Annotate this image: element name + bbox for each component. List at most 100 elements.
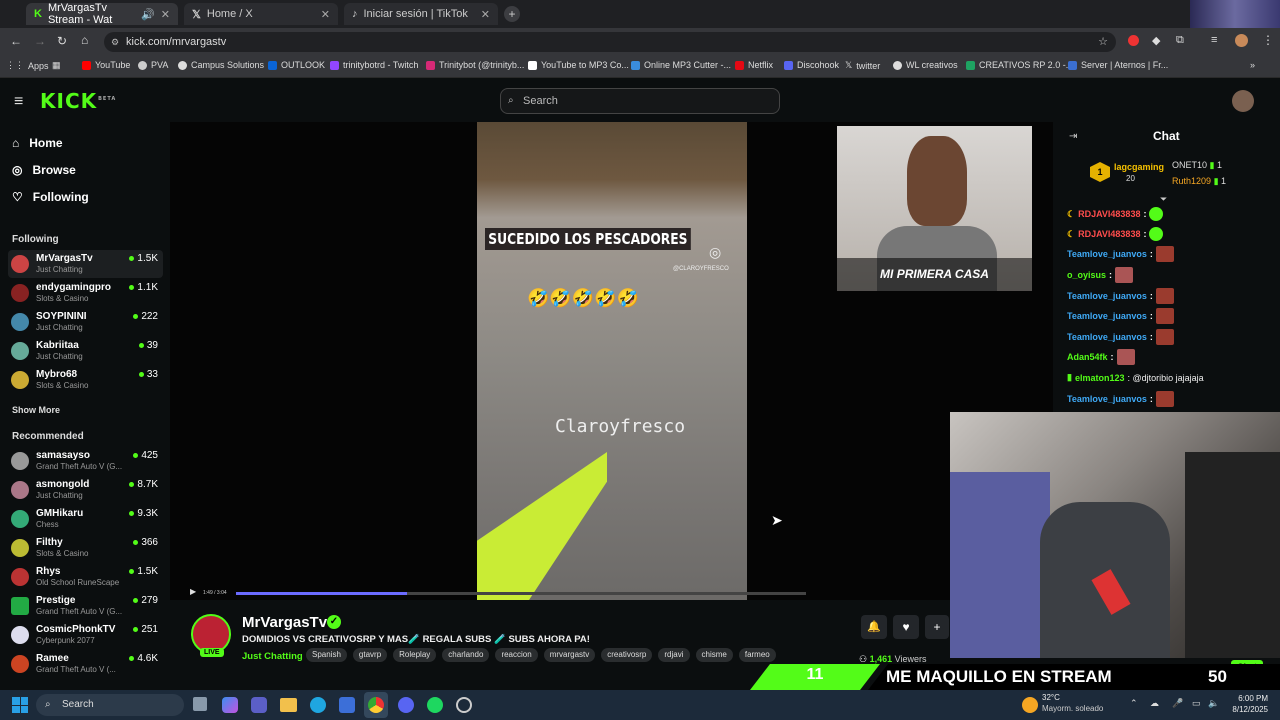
reload-icon[interactable]: ↻ (57, 34, 67, 48)
discord-icon[interactable] (398, 697, 414, 713)
tab-kick[interactable]: K MrVargasTv Stream - Wat 🔊 ✕ (26, 2, 178, 26)
following-channel[interactable]: MrVargasTv Just Chatting 1.5K (8, 250, 163, 278)
kick-logo[interactable]: KICKBETA (40, 89, 116, 113)
mic-icon[interactable]: 🎤 (1172, 698, 1183, 709)
bookmark-netflix[interactable]: Netflix (735, 60, 773, 70)
close-icon[interactable]: ✕ (161, 8, 170, 21)
windows-start-icon[interactable] (12, 697, 28, 713)
user-avatar[interactable] (1232, 90, 1254, 112)
tag[interactable]: mrvargastv (543, 648, 596, 662)
search-input[interactable]: ⌕ Search (500, 88, 780, 114)
more-icon[interactable]: + (925, 615, 949, 639)
bookmark-mp3-cutter[interactable]: Online MP3 Cutter -... (631, 60, 731, 70)
category-link[interactable]: Just Chatting (242, 651, 303, 662)
show-more-link[interactable]: Show More (12, 405, 60, 415)
taskbar-search[interactable]: ⌕ Search (36, 694, 184, 716)
profile-avatar[interactable] (1235, 34, 1248, 47)
recommended-channel[interactable]: CosmicPhonkTV Cyberpunk 2077 251 (8, 621, 163, 649)
recommended-channel[interactable]: samasayso Grand Theft Auto V (G... 425 (8, 447, 163, 475)
edge-icon[interactable] (310, 697, 326, 713)
pin-icon[interactable]: ⏷ (1160, 194, 1167, 205)
extension-icon[interactable]: ◆ (1152, 34, 1160, 47)
tray-expand-icon[interactable]: ⌃ (1130, 698, 1138, 709)
back-icon[interactable]: ← (10, 34, 22, 48)
bookmark-youtube[interactable]: YouTube (82, 60, 130, 70)
puzzle-icon[interactable]: ⧉ (1176, 34, 1184, 47)
task-view-icon[interactable] (193, 697, 207, 711)
bookmark-outlook[interactable]: OUTLOOK (268, 60, 325, 70)
tag[interactable]: Spanish (306, 648, 347, 662)
tag[interactable]: gtavrp (352, 648, 388, 662)
star-icon[interactable]: ☆ (1098, 32, 1108, 52)
weather-desc[interactable]: Mayorm. soleado (1042, 704, 1103, 713)
clock-date[interactable]: 8/12/2025 (1226, 705, 1268, 714)
bookmark-instagram[interactable]: Trinitybot (@trinityb... (426, 60, 524, 70)
hamburger-menu-icon[interactable]: ≡ (14, 93, 23, 111)
obs-icon[interactable] (456, 697, 472, 713)
recommended-channel[interactable]: Prestige Grand Theft Auto V (G... 279 (8, 592, 163, 620)
clock-time[interactable]: 6:00 PM (1236, 694, 1268, 703)
forward-icon[interactable]: → (34, 34, 46, 48)
home-icon[interactable]: ⌂ (81, 33, 88, 47)
recommended-channel[interactable]: Rhys Old School RuneScape 1.5K (8, 563, 163, 591)
recommended-channel[interactable]: GMHikaru Chess 9.3K (8, 505, 163, 533)
leaderboard-entry[interactable]: ONET10 ▮ 1 (1172, 160, 1222, 171)
file-explorer-icon[interactable] (280, 698, 297, 712)
tag[interactable]: creativosrp (601, 648, 653, 662)
chrome-icon[interactable] (368, 697, 384, 713)
site-info-icon[interactable]: ⚙ (111, 32, 119, 52)
tab-tiktok[interactable]: ♪ Iniciar sesión | TikTok ✕ (344, 3, 498, 25)
seek-bar[interactable] (236, 592, 806, 595)
new-tab-button[interactable]: + (504, 6, 520, 22)
tag[interactable]: reaccion (495, 648, 538, 662)
close-icon[interactable]: ✕ (481, 8, 490, 21)
bookmark-twitter[interactable]: 𝕏twitter (845, 60, 880, 71)
tag[interactable]: charlando (442, 648, 490, 662)
play-icon[interactable]: ▶ (190, 587, 196, 596)
tag[interactable]: chisme (695, 648, 733, 662)
tag[interactable]: rdjavi (658, 648, 690, 662)
grid-icon[interactable]: ▦ (52, 60, 61, 71)
url-input[interactable]: ⚙ kick.com/mrvargastv ☆ (104, 32, 1116, 52)
extension-icon[interactable] (1128, 35, 1139, 46)
nav-following[interactable]: ♡ Following (12, 190, 89, 204)
notification-bell-icon[interactable]: 🔔 (861, 615, 887, 639)
menu-icon[interactable]: ⋮ (1262, 33, 1274, 47)
tag[interactable]: farmeo (738, 648, 776, 662)
copilot-icon[interactable] (222, 697, 238, 713)
bookmark-wl[interactable]: WL creativos (893, 60, 958, 70)
close-icon[interactable]: ✕ (321, 8, 330, 21)
collapse-chat-icon[interactable]: ⇥ (1069, 131, 1077, 142)
following-channel[interactable]: SOYPININI Just Chatting 222 (8, 308, 163, 336)
leaderboard-name[interactable]: lagcgaming (1114, 162, 1164, 172)
nav-browse[interactable]: ◎ Browse (12, 163, 76, 177)
bookmarks-overflow-icon[interactable]: » (1250, 60, 1255, 70)
channel-name[interactable]: MrVargasTv (242, 614, 327, 631)
tag[interactable]: Roleplay (393, 648, 437, 662)
recommended-channel[interactable]: asmongold Just Chatting 8.7K (8, 476, 163, 504)
recommended-channel[interactable]: Filthy Slots & Casino 366 (8, 534, 163, 562)
bookmark-twitch[interactable]: trinitybotrd - Twitch (330, 60, 418, 70)
nav-home[interactable]: ⌂ Home (12, 136, 63, 150)
playlist-icon[interactable]: ≡ (1211, 34, 1217, 46)
store-icon[interactable] (339, 697, 355, 713)
follow-heart-icon[interactable]: ♥ (893, 615, 919, 639)
bookmark-yt-mp3[interactable]: YouTube to MP3 Co... (528, 60, 629, 70)
bookmark-discohook[interactable]: Discohook (784, 60, 839, 70)
following-channel[interactable]: endygamingpro Slots & Casino 1.1K (8, 279, 163, 307)
bookmark-aternos[interactable]: Server | Aternos | Fr... (1068, 60, 1168, 70)
bookmark-apps[interactable]: ⋮⋮ Apps (6, 60, 49, 71)
following-channel[interactable]: Kabriitaa Just Chatting 39 (8, 337, 163, 365)
bookmark-pva[interactable]: PVA (138, 60, 168, 70)
bookmark-creativos[interactable]: CREATIVOS RP 2.0 -... (966, 60, 1073, 70)
volume-icon[interactable]: 🔈 (1208, 698, 1219, 709)
weather-temp[interactable]: 32°C (1042, 693, 1060, 702)
bookmark-campus[interactable]: Campus Solutions (178, 60, 264, 70)
tab-x[interactable]: 𝕏 Home / X ✕ (184, 3, 338, 25)
leaderboard-entry[interactable]: Ruth1209 ▮ 1 (1172, 176, 1226, 187)
recommended-channel[interactable]: Ramee Grand Theft Auto V (... 4.6K (8, 650, 163, 678)
spotify-icon[interactable] (427, 697, 443, 713)
network-icon[interactable]: ▭ (1192, 698, 1201, 709)
cloud-icon[interactable]: ☁ (1150, 698, 1159, 709)
speaker-icon[interactable]: 🔊 (141, 8, 155, 21)
